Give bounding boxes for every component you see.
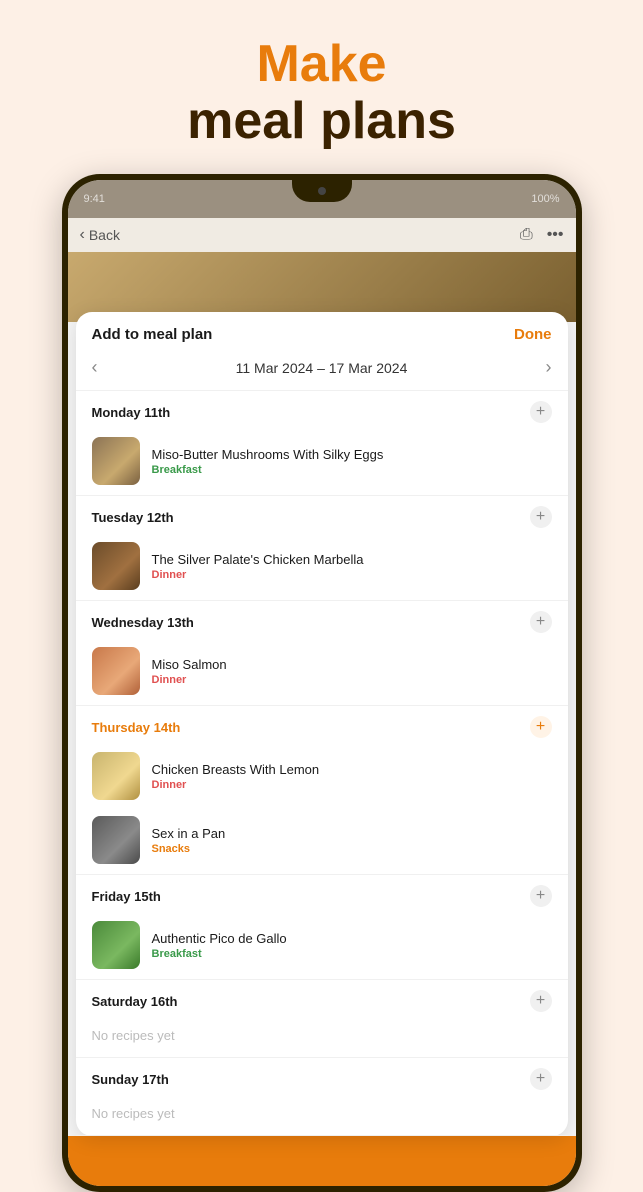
- next-week-button[interactable]: ›: [546, 357, 552, 378]
- day-header-sunday: Sunday 17th +: [76, 1058, 568, 1098]
- hero-make: Make: [187, 36, 456, 93]
- device-top-bar: 9:41 100%: [68, 180, 576, 218]
- add-recipe-saturday[interactable]: +: [530, 990, 552, 1012]
- device-notch: [292, 180, 352, 202]
- recipe-info: Miso Salmon Dinner: [152, 657, 552, 686]
- back-button[interactable]: ‹ Back: [80, 226, 120, 244]
- add-recipe-tuesday[interactable]: +: [530, 506, 552, 528]
- recipe-name: Sex in a Pan: [152, 826, 552, 841]
- day-section-thursday: Thursday 14th + Chicken Breasts With Lem…: [76, 706, 568, 875]
- recipe-item: Chicken Breasts With Lemon Dinner: [76, 746, 568, 810]
- recipe-info: Authentic Pico de Gallo Breakfast: [152, 931, 552, 960]
- no-recipes-saturday: No recipes yet: [76, 1020, 568, 1057]
- recipe-info: Sex in a Pan Snacks: [152, 826, 552, 855]
- recipe-name: Miso-Butter Mushrooms With Silky Eggs: [152, 447, 552, 462]
- prev-week-button[interactable]: ‹: [92, 357, 98, 378]
- date-navigation: ‹ 11 Mar 2024 – 17 Mar 2024 ›: [76, 353, 568, 391]
- recipe-tag: Snacks: [152, 843, 552, 855]
- day-header-saturday: Saturday 16th +: [76, 980, 568, 1020]
- add-recipe-friday[interactable]: +: [530, 885, 552, 907]
- modal-title: Add to meal plan: [92, 326, 213, 343]
- browser-bar: ‹ Back ⎙ •••: [68, 218, 576, 252]
- date-range-label: 11 Mar 2024 – 17 Mar 2024: [236, 360, 408, 376]
- no-recipes-sunday: No recipes yet: [76, 1098, 568, 1135]
- day-section-saturday: Saturday 16th + No recipes yet: [76, 980, 568, 1058]
- add-recipe-thursday[interactable]: +: [530, 716, 552, 738]
- add-recipe-monday[interactable]: +: [530, 401, 552, 423]
- modal-header: Add to meal plan Done: [76, 312, 568, 353]
- recipe-name: Authentic Pico de Gallo: [152, 931, 552, 946]
- recipe-item: Miso Salmon Dinner: [76, 641, 568, 705]
- day-label-wednesday: Wednesday 13th: [92, 615, 194, 630]
- device-frame: 9:41 100% ‹ Back ⎙ ••• Add to meal plan …: [62, 174, 582, 1192]
- status-time: 9:41: [84, 193, 105, 205]
- recipe-thumbnail: [92, 542, 140, 590]
- recipe-tag: Breakfast: [152, 948, 552, 960]
- day-header-tuesday: Tuesday 12th +: [76, 496, 568, 536]
- chevron-left-icon: ‹: [80, 226, 85, 244]
- day-section-tuesday: Tuesday 12th + The Silver Palate's Chick…: [76, 496, 568, 601]
- day-header-monday: Monday 11th +: [76, 391, 568, 431]
- bottom-orange-bar: [68, 1136, 576, 1186]
- day-label-sunday: Sunday 17th: [92, 1072, 169, 1087]
- recipe-info: Miso-Butter Mushrooms With Silky Eggs Br…: [152, 447, 552, 476]
- day-section-friday: Friday 15th + Authentic Pico de Gallo Br…: [76, 875, 568, 980]
- status-battery: 100%: [531, 193, 559, 205]
- back-label: Back: [89, 227, 120, 243]
- recipe-thumbnail: [92, 816, 140, 864]
- recipe-name: Chicken Breasts With Lemon: [152, 762, 552, 777]
- recipe-thumbnail: [92, 647, 140, 695]
- recipe-tag: Breakfast: [152, 464, 552, 476]
- device-screen: 9:41 100% ‹ Back ⎙ ••• Add to meal plan …: [68, 180, 576, 1186]
- hero-section: Make meal plans: [187, 0, 456, 174]
- day-header-thursday: Thursday 14th +: [76, 706, 568, 746]
- meal-plan-modal: Add to meal plan Done ‹ 11 Mar 2024 – 17…: [76, 312, 568, 1136]
- notch-dot: [318, 187, 326, 195]
- recipe-info: The Silver Palate's Chicken Marbella Din…: [152, 552, 552, 581]
- recipe-item: Sex in a Pan Snacks: [76, 810, 568, 874]
- recipe-name: The Silver Palate's Chicken Marbella: [152, 552, 552, 567]
- recipe-item: Authentic Pico de Gallo Breakfast: [76, 915, 568, 979]
- recipe-thumbnail: [92, 752, 140, 800]
- more-icon[interactable]: •••: [547, 226, 564, 244]
- day-label-saturday: Saturday 16th: [92, 994, 178, 1009]
- recipe-item: Miso-Butter Mushrooms With Silky Eggs Br…: [76, 431, 568, 495]
- done-button[interactable]: Done: [514, 326, 552, 343]
- add-recipe-sunday[interactable]: +: [530, 1068, 552, 1090]
- day-label-friday: Friday 15th: [92, 889, 161, 904]
- recipe-thumbnail: [92, 921, 140, 969]
- recipe-item: The Silver Palate's Chicken Marbella Din…: [76, 536, 568, 600]
- day-header-friday: Friday 15th +: [76, 875, 568, 915]
- day-section-wednesday: Wednesday 13th + Miso Salmon Dinner: [76, 601, 568, 706]
- day-label-tuesday: Tuesday 12th: [92, 510, 174, 525]
- recipe-tag: Dinner: [152, 569, 552, 581]
- day-label-monday: Monday 11th: [92, 405, 171, 420]
- recipe-info: Chicken Breasts With Lemon Dinner: [152, 762, 552, 791]
- recipe-name: Miso Salmon: [152, 657, 552, 672]
- add-recipe-wednesday[interactable]: +: [530, 611, 552, 633]
- day-section-sunday: Sunday 17th + No recipes yet: [76, 1058, 568, 1136]
- recipe-tag: Dinner: [152, 674, 552, 686]
- recipe-tag: Dinner: [152, 779, 552, 791]
- share-icon[interactable]: ⎙: [520, 226, 533, 244]
- day-section-monday: Monday 11th + Miso-Butter Mushrooms With…: [76, 391, 568, 496]
- browser-actions: ⎙ •••: [520, 226, 564, 244]
- day-header-wednesday: Wednesday 13th +: [76, 601, 568, 641]
- recipe-thumbnail: [92, 437, 140, 485]
- hero-subtitle: meal plans: [187, 93, 456, 150]
- day-label-thursday: Thursday 14th: [92, 720, 181, 735]
